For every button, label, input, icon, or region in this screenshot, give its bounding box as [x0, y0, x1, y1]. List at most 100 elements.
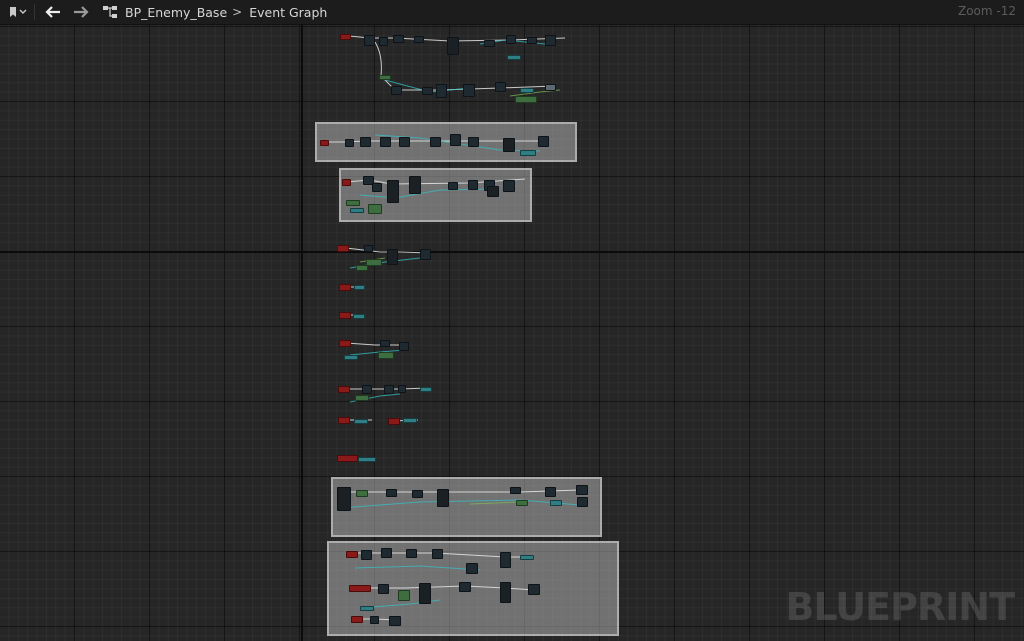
event-node[interactable]: [337, 455, 358, 462]
function-node[interactable]: [387, 249, 398, 265]
function-node[interactable]: [459, 582, 471, 592]
function-node[interactable]: [337, 487, 351, 511]
event-node[interactable]: [351, 616, 363, 623]
function-node[interactable]: [361, 550, 372, 560]
function-node[interactable]: [399, 137, 410, 147]
event-node[interactable]: [340, 34, 351, 40]
variable-node[interactable]: [360, 606, 374, 611]
variable-node[interactable]: [344, 355, 358, 360]
function-node[interactable]: [432, 549, 443, 559]
variable-node[interactable]: [379, 75, 391, 80]
variable-node[interactable]: [515, 96, 537, 103]
function-node[interactable]: [372, 183, 382, 192]
event-node[interactable]: [349, 585, 371, 592]
function-node[interactable]: [545, 35, 556, 46]
function-node[interactable]: [412, 490, 423, 498]
function-node[interactable]: [545, 487, 556, 497]
variable-node[interactable]: [366, 259, 382, 266]
event-node[interactable]: [342, 179, 351, 186]
event-node[interactable]: [388, 418, 400, 425]
variable-node[interactable]: [520, 150, 536, 156]
variable-node[interactable]: [516, 500, 528, 506]
blueprint-graph-canvas[interactable]: [0, 0, 1024, 641]
function-node[interactable]: [527, 37, 537, 44]
event-node[interactable]: [339, 284, 351, 291]
function-node[interactable]: [503, 138, 515, 152]
event-node[interactable]: [320, 140, 329, 146]
function-node[interactable]: [389, 616, 401, 626]
function-node[interactable]: [398, 385, 406, 393]
function-node[interactable]: [510, 487, 521, 494]
event-node[interactable]: [346, 551, 358, 558]
function-node[interactable]: [484, 40, 495, 47]
function-node[interactable]: [386, 489, 397, 497]
function-node[interactable]: [384, 385, 394, 394]
variable-node[interactable]: [403, 418, 417, 423]
breadcrumb-asset[interactable]: BP_Enemy_Base: [125, 5, 227, 20]
function-node[interactable]: [387, 180, 399, 203]
variable-node[interactable]: [355, 395, 369, 401]
function-node[interactable]: [466, 563, 478, 574]
variable-node[interactable]: [353, 314, 365, 319]
variable-node[interactable]: [378, 352, 394, 359]
function-node[interactable]: [447, 37, 459, 55]
function-node[interactable]: [422, 87, 433, 95]
function-node[interactable]: [495, 82, 506, 92]
bookmark-dropdown-button[interactable]: [0, 0, 34, 24]
variable-node[interactable]: [420, 387, 432, 392]
comment-box[interactable]: [331, 477, 602, 537]
function-node[interactable]: [577, 497, 588, 507]
function-node[interactable]: [391, 86, 402, 95]
function-node[interactable]: [436, 84, 447, 98]
function-node[interactable]: [378, 584, 389, 594]
function-node[interactable]: [419, 583, 431, 604]
function-node[interactable]: [399, 342, 409, 351]
function-node[interactable]: [345, 139, 354, 147]
function-node[interactable]: [506, 35, 516, 44]
variable-node[interactable]: [358, 457, 376, 462]
variable-node[interactable]: [550, 500, 562, 506]
function-node[interactable]: [463, 84, 475, 97]
function-node[interactable]: [381, 548, 392, 558]
function-node[interactable]: [487, 186, 499, 197]
function-node[interactable]: [380, 340, 390, 347]
variable-node[interactable]: [520, 555, 534, 560]
function-node[interactable]: [406, 549, 417, 558]
function-node[interactable]: [528, 584, 540, 595]
variable-node[interactable]: [545, 84, 556, 91]
function-node[interactable]: [393, 35, 404, 43]
function-node[interactable]: [437, 489, 449, 507]
function-node[interactable]: [414, 36, 424, 43]
variable-node[interactable]: [346, 200, 360, 206]
variable-node[interactable]: [354, 285, 365, 290]
event-node[interactable]: [338, 417, 350, 424]
variable-node[interactable]: [398, 590, 410, 601]
variable-node[interactable]: [520, 88, 534, 93]
variable-node[interactable]: [356, 265, 368, 271]
function-node[interactable]: [362, 385, 372, 394]
function-node[interactable]: [364, 245, 373, 252]
forward-button[interactable]: [67, 0, 95, 24]
function-node[interactable]: [450, 134, 461, 146]
variable-node[interactable]: [507, 55, 521, 60]
breadcrumb-graph[interactable]: Event Graph: [249, 5, 327, 20]
variable-node[interactable]: [368, 204, 382, 214]
variable-node[interactable]: [356, 490, 368, 497]
event-node[interactable]: [337, 245, 349, 252]
event-node[interactable]: [338, 386, 350, 393]
function-node[interactable]: [538, 136, 549, 147]
function-node[interactable]: [370, 616, 379, 624]
function-node[interactable]: [503, 180, 515, 192]
function-node[interactable]: [409, 176, 421, 194]
function-node[interactable]: [364, 35, 375, 46]
function-node[interactable]: [468, 180, 478, 190]
function-node[interactable]: [500, 582, 511, 603]
function-node[interactable]: [430, 137, 441, 147]
function-node[interactable]: [360, 137, 371, 147]
event-node[interactable]: [339, 312, 351, 319]
variable-node[interactable]: [350, 208, 364, 213]
event-node[interactable]: [339, 340, 351, 347]
variable-node[interactable]: [354, 419, 368, 424]
function-node[interactable]: [420, 249, 431, 260]
back-button[interactable]: [39, 0, 67, 24]
